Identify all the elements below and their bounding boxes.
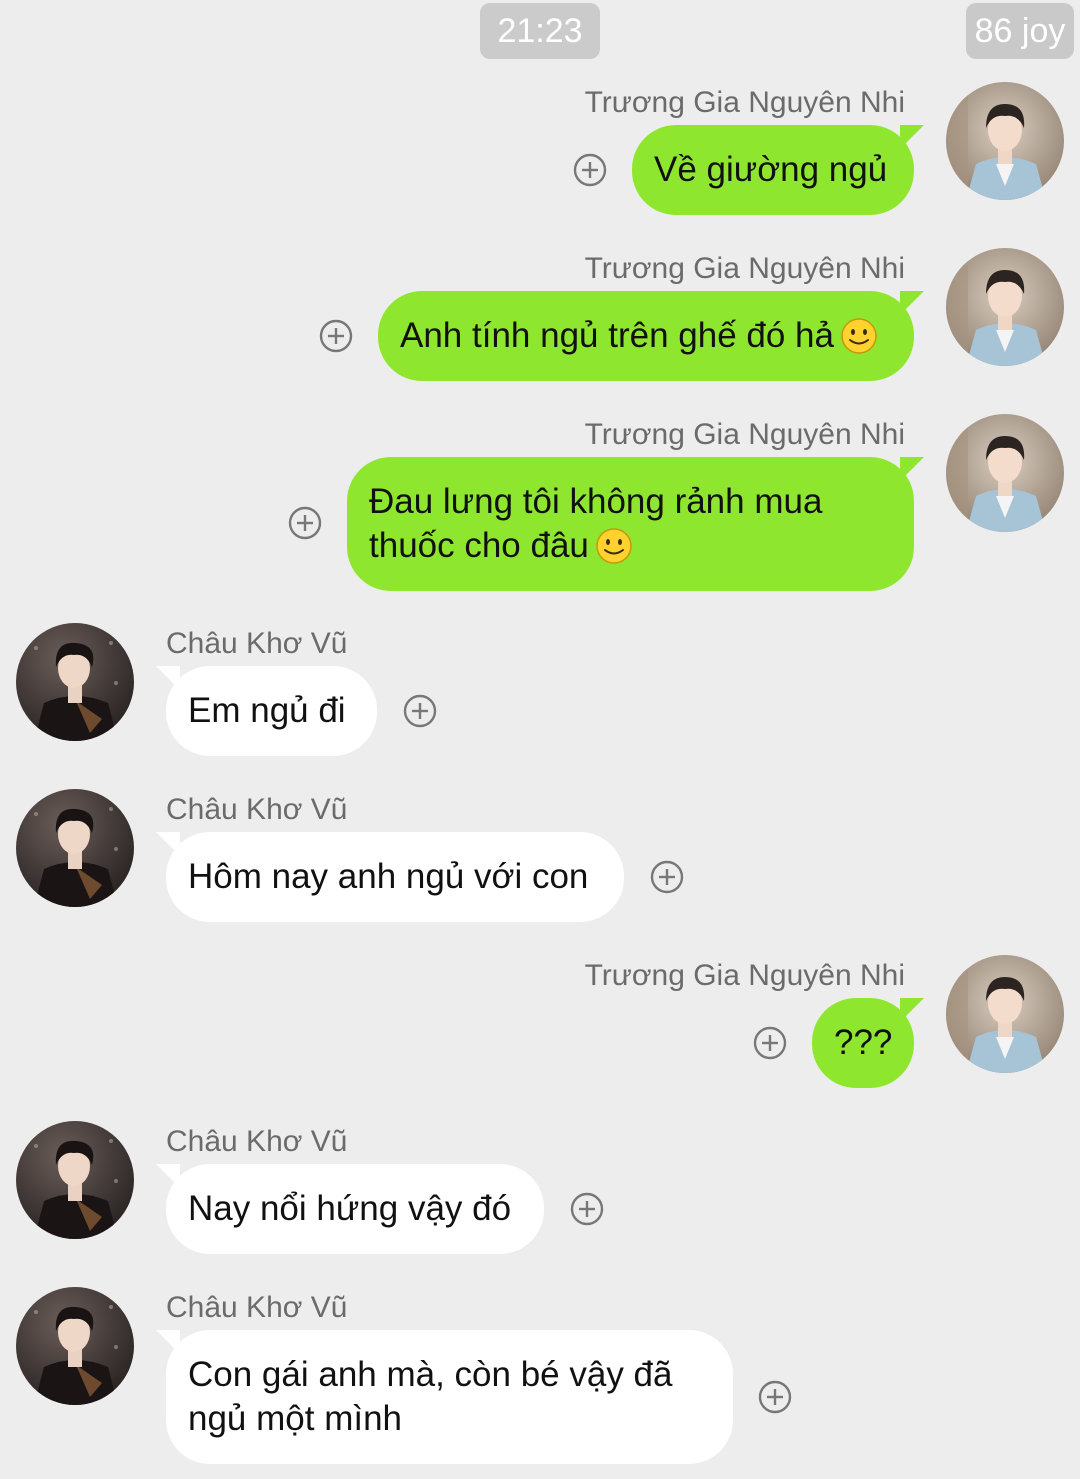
smiley-emoji-icon (840, 317, 878, 355)
message-bubble[interactable]: Con gái anh mà, còn bé vậy đã ngủ một mì… (166, 1330, 733, 1464)
add-reaction-icon[interactable] (288, 506, 322, 540)
avatar[interactable] (16, 1121, 134, 1239)
avatar[interactable] (16, 623, 134, 741)
avatar[interactable] (946, 414, 1064, 532)
timestamp-badge: 21:23 (480, 3, 600, 59)
message-text-line: thuốc cho đâu (369, 526, 589, 565)
add-reaction-icon[interactable] (403, 694, 437, 728)
add-reaction-icon[interactable] (573, 153, 607, 187)
message-text: Em ngủ đi (188, 691, 346, 730)
watermark-badge: 86 joy (966, 3, 1074, 59)
message-bubble[interactable]: Anh tính ngủ trên ghế đó hả (378, 291, 914, 381)
sender-name: Châu Khơ Vũ (166, 793, 348, 826)
sender-name: Châu Khơ Vũ (166, 627, 348, 660)
message-bubble[interactable]: ??? (812, 998, 914, 1088)
message-text-line: Con gái anh mà, còn bé vậy đã (188, 1355, 673, 1394)
sender-name: Trương Gia Nguyên Nhi (584, 959, 905, 992)
message-text: ??? (834, 1023, 893, 1062)
avatar[interactable] (946, 248, 1064, 366)
message-bubble[interactable]: Về giường ngủ (632, 125, 914, 215)
message-text-line: Đau lưng tôi không rảnh mua (369, 482, 823, 521)
message-bubble[interactable]: Nay nổi hứng vậy đó (166, 1164, 544, 1254)
sender-name: Trương Gia Nguyên Nhi (584, 252, 905, 285)
sender-name: Châu Khơ Vũ (166, 1125, 348, 1158)
message-bubble[interactable]: Đau lưng tôi không rảnh mua thuốc cho đâ… (347, 457, 914, 591)
message-text: Anh tính ngủ trên ghế đó hả (400, 316, 834, 355)
message-text: Hôm nay anh ngủ với con (188, 857, 589, 896)
sender-name: Trương Gia Nguyên Nhi (584, 418, 905, 451)
message-text: Nay nổi hứng vậy đó (188, 1189, 512, 1228)
add-reaction-icon[interactable] (570, 1192, 604, 1226)
message-text: Về giường ngủ (654, 150, 888, 189)
avatar[interactable] (16, 789, 134, 907)
add-reaction-icon[interactable] (753, 1026, 787, 1060)
message-text-line: ngủ một mình (188, 1399, 402, 1438)
add-reaction-icon[interactable] (758, 1380, 792, 1414)
sender-name: Châu Khơ Vũ (166, 1291, 348, 1324)
avatar[interactable] (16, 1287, 134, 1405)
message-bubble[interactable]: Hôm nay anh ngủ với con (166, 832, 624, 922)
add-reaction-icon[interactable] (319, 319, 353, 353)
avatar[interactable] (946, 82, 1064, 200)
message-bubble[interactable]: Em ngủ đi (166, 666, 377, 756)
smiley-emoji-icon (595, 527, 633, 565)
avatar[interactable] (946, 955, 1064, 1073)
add-reaction-icon[interactable] (650, 860, 684, 894)
sender-name: Trương Gia Nguyên Nhi (584, 86, 905, 119)
